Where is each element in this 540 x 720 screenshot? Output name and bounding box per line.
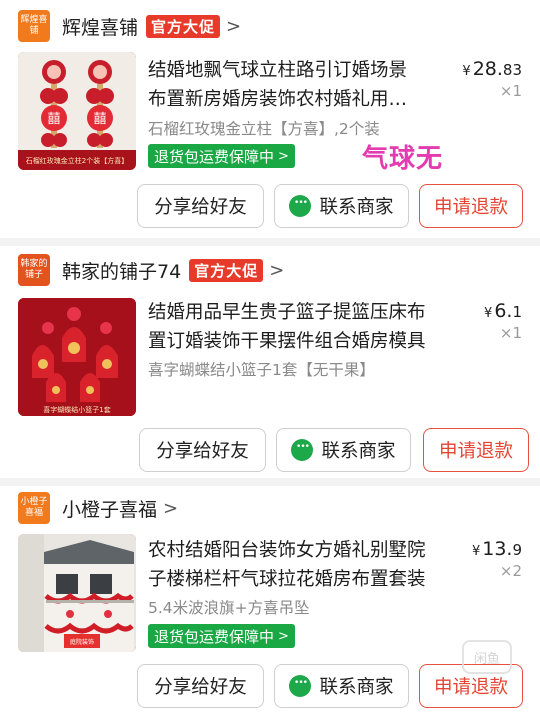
- chevron-right-icon: >: [226, 15, 242, 37]
- quantity: ×1: [499, 82, 522, 100]
- shop-header[interactable]: 小橙子喜福 小橙子喜福 >: [18, 490, 178, 526]
- price: ¥6.1: [484, 300, 522, 322]
- xianyu-watermark: 闲鱼: [462, 640, 512, 674]
- product-title-line: 结婚用品早生贵子篮子提篮压床布: [148, 302, 426, 323]
- shop-logo: 小橙子喜福: [18, 492, 50, 524]
- quantity: ×2: [499, 562, 522, 580]
- product-title[interactable]: 农村结婚阳台装饰女方婚礼别墅院 子楼梯栏杆气球拉花婚房布置套装: [148, 536, 448, 594]
- share-button[interactable]: 分享给好友: [139, 428, 266, 472]
- contact-seller-button[interactable]: 联系商家: [274, 184, 409, 228]
- product-title[interactable]: 结婚用品早生贵子篮子提篮压床布 置订婚装饰干果摆件组合婚房模具: [148, 298, 448, 356]
- product-thumbnail[interactable]: 喜字蝴蝶结小篮子1套: [18, 298, 136, 416]
- contact-seller-button[interactable]: 联系商家: [274, 664, 409, 708]
- price: ¥13.9: [471, 538, 522, 560]
- quantity: ×1: [499, 324, 522, 342]
- gift-basket-image: 喜字蝴蝶结小篮子1套: [18, 298, 136, 416]
- shop-logo: 辉煌喜铺: [18, 10, 50, 42]
- thumb-caption: 庭院装饰: [70, 638, 94, 646]
- order-card: 小橙子喜福 小橙子喜福 > 庭院装饰 农村结婚阳台装饰女方婚礼别墅院 子楼梯栏杆…: [0, 486, 540, 720]
- shop-name[interactable]: 辉煌喜铺: [62, 13, 138, 40]
- shop-name[interactable]: 韩家的铺子74: [62, 257, 181, 284]
- product-thumbnail[interactable]: 庭院装饰: [18, 534, 136, 652]
- chevron-right-icon: >: [278, 628, 289, 644]
- product-spec: 5.4米波浪旗+方喜吊坠: [148, 599, 310, 617]
- chevron-right-icon: >: [163, 497, 179, 519]
- chat-icon: [289, 195, 312, 217]
- chat-icon: [289, 675, 312, 697]
- balloon-pillar-image: 囍 囍 石榴红玫瑰金立柱2个装【方喜】: [18, 52, 136, 170]
- shop-header[interactable]: 辉煌喜铺 辉煌喜铺 官方大促 >: [18, 8, 241, 44]
- share-button[interactable]: 分享给好友: [137, 664, 264, 708]
- product-thumbnail[interactable]: 囍 囍 石榴红玫瑰金立柱2个装【方喜】: [18, 52, 136, 170]
- shop-logo: 韩家的铺子: [18, 254, 50, 286]
- product-title-line: 结婚地飘气球立柱路引订婚场景: [148, 60, 408, 81]
- return-shipping-guarantee-badge[interactable]: 退货包运费保障中 >: [148, 624, 295, 648]
- product-title-line: 子楼梯栏杆气球拉花婚房布置套装: [148, 569, 426, 590]
- price: ¥28.83: [462, 58, 522, 80]
- refund-button[interactable]: 申请退款: [423, 428, 529, 472]
- product-spec: 喜字蝴蝶结小篮子1套【无干果】: [148, 361, 375, 379]
- product-spec: 石榴红玫瑰金立柱【方喜】,2个装: [148, 120, 380, 138]
- return-shipping-guarantee-badge[interactable]: 退货包运费保障中 >: [148, 144, 295, 168]
- handwritten-note: 气球无: [362, 144, 444, 174]
- svg-text:囍: 囍: [93, 112, 106, 127]
- svg-text:囍: 囍: [47, 112, 60, 127]
- refund-button[interactable]: 申请退款: [419, 184, 523, 228]
- shop-header[interactable]: 韩家的铺子 韩家的铺子74 官方大促 >: [18, 252, 284, 288]
- product-title-line: 布置新房婚房装饰农村婚礼用…: [148, 89, 408, 110]
- order-card: 辉煌喜铺 辉煌喜铺 官方大促 > 囍 囍 石榴红玫瑰金立柱2个装【方喜】 结婚地…: [0, 0, 540, 240]
- contact-seller-button[interactable]: 联系商家: [276, 428, 411, 472]
- divider: [0, 478, 540, 486]
- chat-icon: [291, 439, 314, 461]
- balcony-decor-image: 庭院装饰: [18, 534, 136, 652]
- product-title-line: 置订婚装饰干果摆件组合婚房模具: [148, 331, 426, 352]
- chevron-right-icon: >: [278, 148, 289, 164]
- official-promo-badge: 官方大促: [146, 14, 221, 38]
- shop-name[interactable]: 小橙子喜福: [62, 495, 157, 522]
- order-card: 韩家的铺子 韩家的铺子74 官方大促 > 喜字蝴蝶结小篮子1套 结婚用品早生贵子…: [0, 246, 540, 482]
- thumb-caption: 喜字蝴蝶结小篮子1套: [43, 405, 110, 414]
- share-button[interactable]: 分享给好友: [137, 184, 264, 228]
- chevron-right-icon: >: [269, 259, 285, 281]
- thumb-caption: 石榴红玫瑰金立柱2个装【方喜】: [26, 156, 128, 165]
- product-title-line: 农村结婚阳台装饰女方婚礼别墅院: [148, 540, 426, 561]
- product-title[interactable]: 结婚地飘气球立柱路引订婚场景 布置新房婚房装饰农村婚礼用…: [148, 56, 448, 114]
- divider: [0, 238, 540, 246]
- official-promo-badge: 官方大促: [189, 258, 264, 282]
